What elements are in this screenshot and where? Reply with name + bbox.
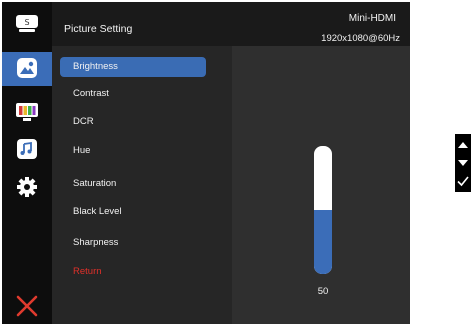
slider-value: 50 [317,286,329,297]
menu-item-dcr[interactable]: DCR [60,112,206,132]
input-source: Mini-HDMI [348,13,396,24]
nav-keys [455,134,471,192]
menu-item-saturation[interactable]: Saturation [60,174,206,194]
sidebar-item-picture[interactable] [2,56,52,84]
sidebar-item-exit[interactable] [2,294,52,322]
resolution: 1920x1080@60Hz [321,33,400,44]
picture-icon [17,58,37,78]
page-title: Picture Setting [64,23,133,35]
menu-item-black-level[interactable]: Black Level [60,202,206,222]
menu-item-contrast[interactable]: Contrast [60,84,206,104]
sidebar-item-source[interactable]: S [2,14,52,42]
settings-icon [17,177,37,197]
osd-header: Picture Setting Mini-HDMI 1920x1080@60Hz [52,2,410,46]
up-arrow-icon[interactable] [455,137,471,153]
audio-icon [17,139,37,159]
exit-icon [16,295,38,317]
menu-item-brightness[interactable]: Brightness [60,57,206,77]
sidebar-item-settings[interactable] [2,176,52,204]
check-icon[interactable] [455,173,471,189]
osd-window: Picture Setting Mini-HDMI 1920x1080@60Hz… [2,2,410,324]
menu-item-hue[interactable]: Hue [60,141,206,161]
source-icon: S [16,15,38,32]
slider-fill [314,210,332,274]
source-badge: S [24,18,29,27]
color-icon [16,103,38,121]
menu-item-sharpness[interactable]: Sharpness [60,233,206,253]
menu-item-return[interactable]: Return [60,262,206,282]
sidebar-item-audio[interactable] [2,138,52,166]
down-arrow-icon[interactable] [455,155,471,171]
sidebar-item-color[interactable] [2,102,52,130]
brightness-slider[interactable] [314,146,332,274]
